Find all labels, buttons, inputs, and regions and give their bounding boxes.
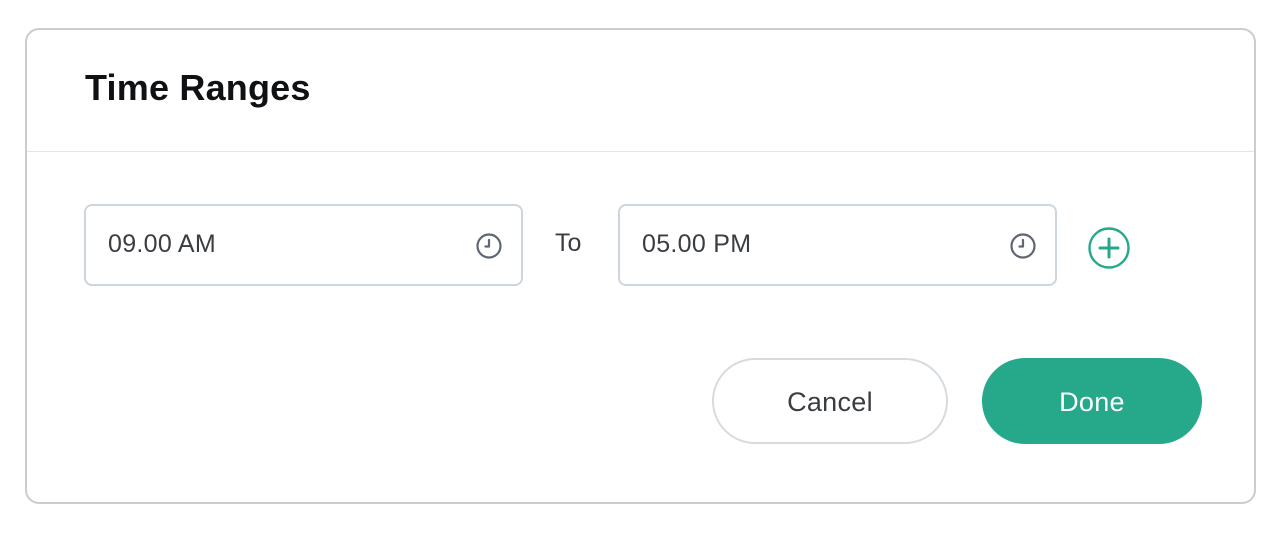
start-time-field[interactable]: 09.00 AM (84, 204, 523, 286)
start-time-value: 09.00 AM (108, 230, 217, 258)
cancel-button[interactable]: Cancel (712, 358, 948, 444)
add-time-range-icon[interactable] (1087, 226, 1131, 270)
clock-icon[interactable] (475, 232, 503, 260)
time-ranges-dialog: Time Ranges 09.00 AM To 05.00 PM Cancel … (25, 28, 1256, 504)
done-button[interactable]: Done (982, 358, 1202, 444)
dialog-title: Time Ranges (85, 67, 311, 108)
range-separator-label: To (555, 229, 582, 257)
dialog-header: Time Ranges (27, 30, 1254, 152)
end-time-field[interactable]: 05.00 PM (618, 204, 1057, 286)
clock-icon[interactable] (1009, 232, 1037, 260)
end-time-value: 05.00 PM (642, 230, 752, 258)
